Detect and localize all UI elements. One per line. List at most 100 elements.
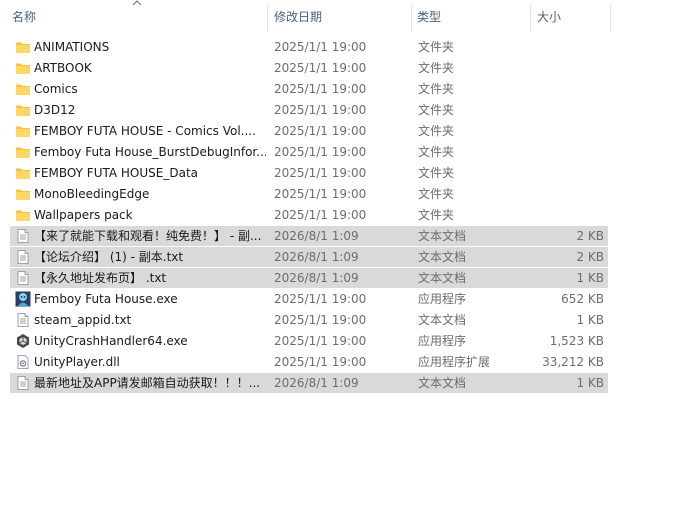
folder-icon bbox=[15, 81, 31, 97]
folder-icon bbox=[15, 60, 31, 76]
file-date-modified: 2026/8/1 1:09 bbox=[274, 250, 359, 264]
file-type: 文件夹 bbox=[418, 124, 455, 138]
folder-icon bbox=[15, 102, 31, 118]
file-type: 文件夹 bbox=[418, 40, 455, 54]
file-name: Wallpapers pack bbox=[34, 208, 133, 222]
file-size bbox=[522, 205, 604, 225]
file-row[interactable]: D3D12 2025/1/1 19:00 文件夹 bbox=[10, 100, 608, 120]
file-type: 应用程序 bbox=[418, 334, 467, 348]
file-size: 33,212 KB bbox=[542, 355, 604, 369]
file-type: 文件夹 bbox=[418, 82, 455, 96]
file-type: 文件夹 bbox=[418, 103, 455, 117]
file-row[interactable]: Femboy Futa House_BurstDebugInfor... 2025… bbox=[10, 142, 608, 162]
file-type: 文本文档 bbox=[418, 313, 467, 327]
file-date-modified: 2026/8/1 1:09 bbox=[274, 376, 359, 390]
file-name: Femboy Futa House_BurstDebugInfor... bbox=[34, 145, 266, 159]
file-size bbox=[522, 184, 604, 204]
file-size bbox=[522, 163, 604, 183]
file-name: 最新地址及APP请发邮箱自动获取！！！... bbox=[34, 376, 261, 390]
file-row[interactable]: MonoBleedingEdge 2025/1/1 19:00 文件夹 bbox=[10, 184, 608, 204]
file-size bbox=[522, 100, 604, 120]
file-row[interactable]: FEMBOY FUTA HOUSE_Data 2025/1/1 19:00 文件夹 bbox=[10, 163, 608, 183]
file-size: 652 KB bbox=[561, 292, 604, 306]
file-row[interactable]: 最新地址及APP请发邮箱自动获取！！！... 2026/8/1 1:09 文本文档 1… bbox=[10, 373, 608, 393]
text-file-icon bbox=[15, 228, 31, 244]
column-header-date[interactable]: 修改日期 bbox=[270, 0, 410, 33]
file-date-modified: 2025/1/1 19:00 bbox=[274, 292, 367, 306]
file-type: 文本文档 bbox=[418, 376, 467, 390]
file-type: 文本文档 bbox=[418, 229, 467, 243]
file-name: ANIMATIONS bbox=[34, 40, 110, 54]
file-name: FEMBOY FUTA HOUSE_Data bbox=[34, 166, 199, 180]
column-header-name[interactable]: 名称 bbox=[8, 0, 266, 33]
file-name: ARTBOOK bbox=[34, 61, 92, 75]
column-divider[interactable] bbox=[530, 4, 531, 32]
file-date-modified: 2025/1/1 19:00 bbox=[274, 334, 367, 348]
folder-icon bbox=[15, 39, 31, 55]
file-date-modified: 2026/8/1 1:09 bbox=[274, 229, 359, 243]
file-row[interactable]: UnityPlayer.dll 2025/1/1 19:00 应用程序扩展 33,21… bbox=[10, 352, 608, 372]
file-date-modified: 2025/1/1 19:00 bbox=[274, 124, 367, 138]
folder-icon bbox=[15, 186, 31, 202]
file-name: 【论坛介绍】 (1) - 副本.txt bbox=[34, 250, 184, 264]
file-name: Comics bbox=[34, 82, 78, 96]
file-date-modified: 2025/1/1 19:00 bbox=[274, 82, 367, 96]
unity-exe-icon bbox=[15, 333, 31, 349]
file-row[interactable]: ARTBOOK 2025/1/1 19:00 文件夹 bbox=[10, 58, 608, 78]
column-divider[interactable] bbox=[610, 4, 611, 32]
file-size: 1 KB bbox=[576, 313, 604, 327]
file-row[interactable]: 【来了就能下载和观看！纯免费！】 - 副... 2026/8/1 1:09 文本文档… bbox=[10, 226, 608, 246]
text-file-icon bbox=[15, 270, 31, 286]
file-type: 应用程序扩展 bbox=[418, 355, 491, 369]
file-size: 1 KB bbox=[576, 376, 604, 390]
file-type: 文本文档 bbox=[418, 250, 467, 264]
file-row[interactable]: UnityCrashHandler64.exe 2025/1/1 19:00 应用程… bbox=[10, 331, 608, 351]
file-type: 文件夹 bbox=[418, 166, 455, 180]
folder-icon bbox=[15, 123, 31, 139]
folder-icon bbox=[15, 144, 31, 160]
file-name: UnityPlayer.dll bbox=[34, 355, 120, 369]
file-date-modified: 2025/1/1 19:00 bbox=[274, 355, 367, 369]
file-size bbox=[522, 142, 604, 162]
file-size bbox=[522, 121, 604, 141]
file-name: UnityCrashHandler64.exe bbox=[34, 334, 188, 348]
game-exe-icon bbox=[15, 291, 31, 307]
file-type: 文件夹 bbox=[418, 187, 455, 201]
column-header-size[interactable]: 大小 bbox=[533, 0, 609, 33]
file-name: 【来了就能下载和观看！纯免费！】 - 副... bbox=[34, 229, 262, 243]
text-file-icon bbox=[15, 375, 31, 391]
file-size bbox=[522, 37, 604, 57]
file-type: 应用程序 bbox=[418, 292, 467, 306]
folder-icon bbox=[15, 207, 31, 223]
file-date-modified: 2025/1/1 19:00 bbox=[274, 145, 367, 159]
file-name: FEMBOY FUTA HOUSE - Comics Vol.... bbox=[34, 124, 256, 138]
file-size bbox=[522, 79, 604, 99]
file-size: 1,523 KB bbox=[549, 334, 604, 348]
file-size: 2 KB bbox=[576, 250, 604, 264]
file-row[interactable]: FEMBOY FUTA HOUSE - Comics Vol.... 2025/1… bbox=[10, 121, 608, 141]
file-row[interactable]: 【永久地址发布页】 .txt 2026/8/1 1:09 文本文档 1 KB bbox=[10, 268, 608, 288]
file-date-modified: 2025/1/1 19:00 bbox=[274, 187, 367, 201]
column-header-type[interactable]: 类型 bbox=[413, 0, 529, 33]
file-row[interactable]: steam_appid.txt 2025/1/1 19:00 文本文档 1 KB bbox=[10, 310, 608, 330]
file-date-modified: 2025/1/1 19:00 bbox=[274, 40, 367, 54]
file-name: D3D12 bbox=[34, 103, 76, 117]
file-type: 文件夹 bbox=[418, 208, 455, 222]
file-size: 2 KB bbox=[576, 229, 604, 243]
file-name: 【永久地址发布页】 .txt bbox=[34, 271, 167, 285]
file-date-modified: 2025/1/1 19:00 bbox=[274, 103, 367, 117]
file-row[interactable]: Wallpapers pack 2025/1/1 19:00 文件夹 bbox=[10, 205, 608, 225]
dll-file-icon bbox=[15, 354, 31, 370]
file-row[interactable]: 【论坛介绍】 (1) - 副本.txt 2026/8/1 1:09 文本文档 2 KB bbox=[10, 247, 608, 267]
file-type: 文本文档 bbox=[418, 271, 467, 285]
file-row[interactable]: Comics 2025/1/1 19:00 文件夹 bbox=[10, 79, 608, 99]
column-divider[interactable] bbox=[267, 4, 268, 32]
file-row[interactable]: Femboy Futa House.exe 2025/1/1 19:00 应用程序 6… bbox=[10, 289, 608, 309]
file-date-modified: 2026/8/1 1:09 bbox=[274, 271, 359, 285]
file-row[interactable]: ANIMATIONS 2025/1/1 19:00 文件夹 bbox=[10, 37, 608, 57]
column-divider[interactable] bbox=[411, 4, 412, 32]
folder-icon bbox=[15, 165, 31, 181]
file-type: 文件夹 bbox=[418, 145, 455, 159]
file-date-modified: 2025/1/1 19:00 bbox=[274, 208, 367, 222]
file-date-modified: 2025/1/1 19:00 bbox=[274, 313, 367, 327]
